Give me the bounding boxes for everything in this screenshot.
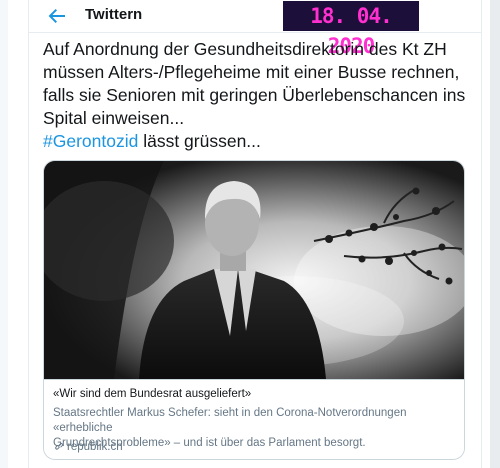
page-title: Twittern: [85, 6, 143, 23]
tweet-text: Auf Anordnung der Gesundheitsdirektorin …: [43, 38, 473, 153]
card-description-line: Staatsrechtler Markus Schefer: sieht in …: [53, 407, 407, 434]
arrow-left-icon: [48, 9, 65, 23]
card-domain[interactable]: republik.ch: [53, 440, 123, 453]
tweet-line: Spital einweisen...: [43, 108, 185, 128]
card-title: «Wir sind dem Bundesrat ausgeliefert»: [53, 388, 252, 400]
background-left: [0, 0, 8, 468]
card-photo: [44, 161, 464, 379]
tweet-line-hashtag: #Gerontozid lässt grüssen...: [43, 130, 473, 153]
hashtag-link[interactable]: #Gerontozid: [43, 131, 138, 151]
hashtag-suffix: lässt grüssen...: [138, 131, 261, 151]
tweet-column: Twittern 18. 04. 2020 Auf Anordnung der …: [28, 0, 482, 468]
date-overlay: 18. 04. 2020: [283, 1, 419, 58]
card-body: «Wir sind dem Bundesrat ausgeliefert» St…: [44, 379, 464, 459]
tweet-line: falls sie Senioren mit geringen Überlebe…: [43, 85, 466, 105]
link-icon: [55, 443, 63, 450]
header-bar: Twittern 18. 04. 2020: [29, 0, 481, 58]
card-domain-text: republik.ch: [67, 441, 123, 453]
back-button[interactable]: [45, 4, 69, 28]
tweet-line: müssen Alters-/Pflegeheime mit einer Bus…: [43, 62, 460, 82]
tweet-line: Auf Anordnung der Gesundheitsdirektorin …: [43, 39, 447, 59]
link-card[interactable]: «Wir sind dem Bundesrat ausgeliefert» St…: [43, 160, 465, 460]
scrollbar-track[interactable]: [490, 0, 500, 468]
